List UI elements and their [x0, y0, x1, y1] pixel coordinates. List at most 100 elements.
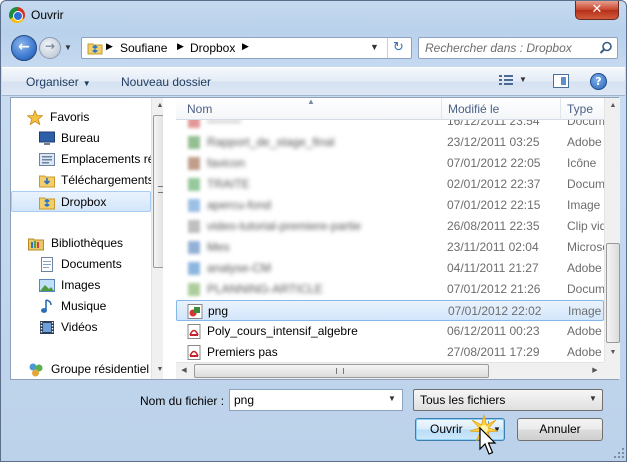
scroll-down-icon[interactable]: ▼ — [152, 362, 163, 378]
chevron-down-icon: ▼ — [82, 79, 91, 88]
file-row[interactable]: Poly_cours_intensif_algebre 06/12/2011 00… — [176, 321, 604, 342]
chevron-down-icon[interactable]: ▼ — [388, 394, 396, 403]
title-bar[interactable]: Ouvrir ✕ — [1, 1, 626, 29]
arrow-right-icon: → — [44, 39, 56, 53]
file-row[interactable]: video-tutorial-premiere-partie 26/08/2011… — [176, 216, 604, 237]
new-folder-button[interactable]: Nouveau dossier — [121, 75, 211, 89]
music-icon — [41, 299, 52, 313]
nav-homegroup[interactable]: Groupe résidentiel — [11, 359, 151, 379]
grip-icon — [158, 186, 163, 193]
videos-icon — [40, 321, 54, 334]
breadcrumb-dropbox[interactable]: Dropbox — [190, 41, 235, 55]
column-modified[interactable]: Modifié le — [448, 102, 499, 116]
chrome-icon — [9, 7, 25, 23]
filename-combobox[interactable]: ▼ — [229, 389, 403, 411]
file-row[interactable]: png 07/01/2012 22:02 Image — [176, 300, 604, 321]
breadcrumb-separator-icon[interactable]: ▶ — [242, 41, 249, 52]
dropbox-icon — [39, 197, 55, 210]
breadcrumb-separator-icon[interactable]: ▶ — [106, 41, 113, 52]
file-row[interactable]: Mes 23/11/2011 02:04 Microsoft — [176, 237, 604, 258]
file-type: Adobe — [567, 135, 602, 149]
address-dropdown-icon[interactable]: ▼ — [370, 42, 379, 52]
nav-scroll-thumb[interactable] — [153, 115, 163, 268]
blurred-file-icon — [188, 199, 200, 212]
file-date: 02/01/2012 22:37 — [447, 177, 541, 191]
nav-vertical-scrollbar[interactable]: ▲ ▼ — [151, 98, 163, 379]
nav-images[interactable]: Images — [11, 275, 151, 296]
nav-dropbox[interactable]: Dropbox — [11, 191, 151, 212]
nav-music[interactable]: Musique — [11, 296, 151, 317]
file-vertical-scrollbar[interactable]: ▲ ▼ — [604, 98, 620, 362]
image-file-icon — [187, 304, 203, 319]
pdf-file-icon — [187, 345, 201, 360]
address-bar[interactable]: ▶ Soufiane ▶ Dropbox ▶ ▼ ↻ — [81, 37, 412, 59]
pictures-icon — [39, 279, 55, 292]
column-header: ▲ Nom Modifié le Type — [176, 98, 604, 120]
column-type[interactable]: Type — [567, 102, 593, 116]
file-row[interactable]: TRAITE 02/01/2012 22:37 Document — [176, 174, 604, 195]
file-row[interactable]: PLANNING-ARTICLE 07/01/2012 21:26 Document — [176, 279, 604, 300]
nav-favorites[interactable]: Favoris — [11, 107, 151, 128]
nav-recent-places[interactable]: Emplacements récents — [11, 149, 151, 170]
search-input[interactable] — [425, 41, 595, 55]
scroll-right-icon[interactable]: ▶ — [587, 363, 603, 379]
pane-splitter[interactable] — [170, 98, 174, 379]
nav-homegroup-label: Groupe résidentiel — [51, 362, 150, 376]
filename-input[interactable] — [234, 393, 379, 407]
cancel-button[interactable]: Annuler — [517, 418, 603, 441]
file-row[interactable]: Premiers pas 27/08/2011 17:29 Adobe — [176, 342, 604, 362]
help-button[interactable]: ? — [590, 73, 607, 90]
column-divider[interactable] — [441, 98, 442, 120]
file-row[interactable]: analyse-CM 04/11/2011 21:27 Adobe — [176, 258, 604, 279]
file-horizontal-scrollbar[interactable]: ◀ ▶ — [176, 362, 604, 379]
file-hscroll-thumb[interactable] — [194, 364, 489, 378]
view-options-icon[interactable] — [499, 74, 513, 86]
blurred-file-icon — [188, 241, 200, 254]
nav-recent-places-label: Emplacements récents — [61, 152, 151, 166]
blurred-file-icon — [188, 262, 200, 275]
dialog-window: Ouvrir ✕ ← → ▼ ▶ Soufiane ▶ Dropbox ▶ ▼ … — [0, 0, 627, 462]
nav-documents[interactable]: Documents — [11, 254, 151, 275]
close-button[interactable]: ✕ — [575, 1, 619, 20]
organize-button[interactable]: Organiser ▼ — [26, 75, 91, 89]
nav-downloads[interactable]: Téléchargements — [11, 170, 151, 191]
nav-videos-label: Vidéos — [61, 320, 98, 334]
file-scroll-thumb[interactable] — [606, 243, 620, 343]
column-divider[interactable] — [560, 98, 561, 120]
file-type-filter[interactable]: Tous les fichiers ▼ — [413, 389, 603, 411]
search-icon[interactable] — [599, 41, 613, 55]
refresh-icon: ↻ — [393, 39, 404, 54]
file-type: Adobe — [567, 345, 602, 359]
sort-ascending-icon: ▲ — [307, 98, 315, 106]
file-list: ────16/12/2011 23:54DocumentRapport_de_s… — [176, 98, 604, 362]
back-button[interactable]: ← — [11, 35, 37, 61]
scroll-up-icon[interactable]: ▲ — [152, 98, 163, 114]
scroll-left-icon[interactable]: ◀ — [176, 363, 192, 379]
recent-pages-dropdown[interactable]: ▼ — [64, 43, 72, 52]
scroll-up-icon[interactable]: ▲ — [605, 98, 621, 114]
nav-videos[interactable]: Vidéos — [11, 317, 151, 338]
desktop-icon — [39, 131, 55, 145]
search-box[interactable] — [418, 37, 618, 59]
file-row[interactable]: favicon 07/01/2012 22:05 Icône — [176, 153, 604, 174]
file-row[interactable]: apercu-fond 07/01/2012 22:15 Image — [176, 195, 604, 216]
column-name[interactable]: Nom — [187, 102, 212, 116]
nav-libraries[interactable]: Bibliothèques — [11, 233, 151, 254]
mouse-cursor-icon — [479, 427, 497, 455]
file-date: 23/11/2011 02:04 — [447, 240, 539, 254]
refresh-button[interactable]: ↻ — [387, 38, 412, 58]
scroll-corner — [604, 362, 620, 379]
file-type-value: Tous les fichiers — [420, 393, 506, 407]
view-dropdown-icon[interactable]: ▼ — [519, 75, 527, 84]
chevron-down-icon: ▼ — [589, 394, 597, 403]
breadcrumb-separator-icon[interactable]: ▶ — [177, 41, 184, 52]
file-row[interactable]: Rapport_de_stage_final 23/12/2011 03:25 Ad… — [176, 132, 604, 153]
breadcrumb-soufiane[interactable]: Soufiane — [120, 41, 167, 55]
file-date: 06/12/2011 00:23 — [447, 324, 540, 338]
nav-bureau[interactable]: Bureau — [11, 128, 151, 149]
nav-favorites-label: Favoris — [50, 110, 90, 124]
preview-pane-icon[interactable] — [553, 74, 569, 88]
scroll-down-icon[interactable]: ▼ — [605, 345, 621, 361]
resize-grip-icon[interactable] — [613, 447, 625, 459]
forward-button[interactable]: → — [39, 37, 61, 59]
